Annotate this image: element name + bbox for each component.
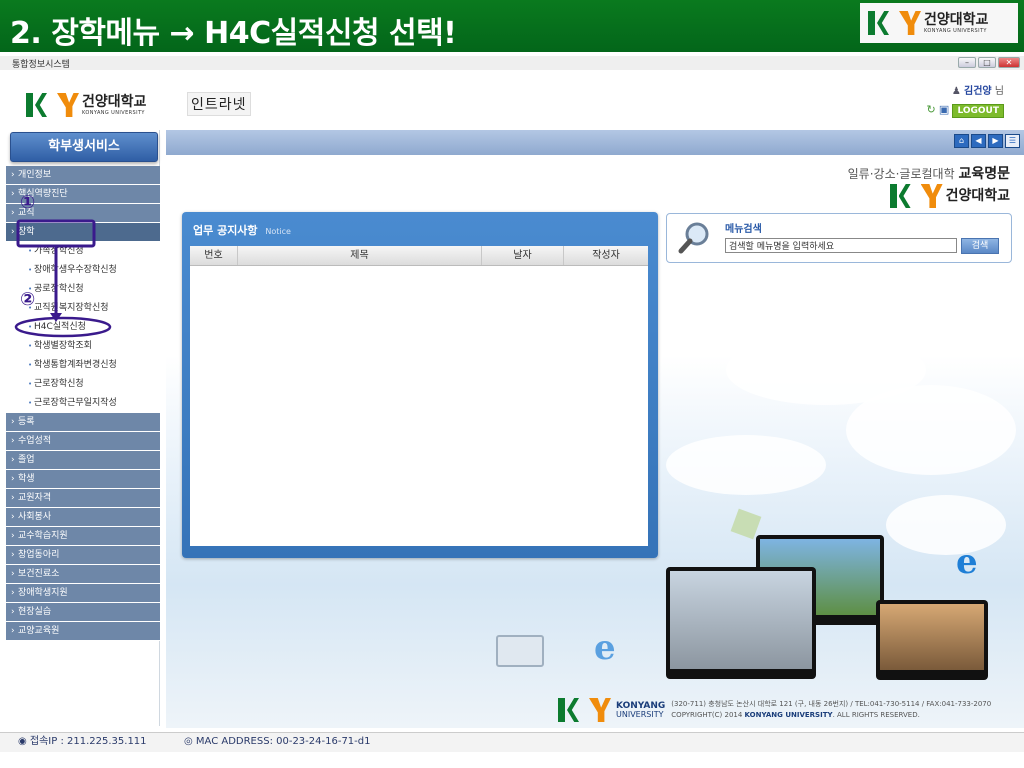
menu-search-button[interactable]: 검색 — [961, 238, 999, 254]
slide-title: 2. 장학메뉴 → H4C실적신청 선택! — [10, 16, 457, 51]
maximize-icon[interactable]: □ — [978, 57, 996, 68]
logo-k-icon — [26, 93, 54, 117]
sidebar-subitem[interactable]: 학생별장학조회 — [6, 337, 160, 356]
window-icon[interactable]: ▣ — [939, 103, 949, 116]
sidebar-item[interactable]: 장애학생지원 — [6, 584, 160, 603]
step-2-marker: ② — [20, 289, 36, 310]
menu-search-title: 메뉴검색 — [725, 224, 762, 235]
student-service-button[interactable]: 학부생서비스 — [10, 132, 158, 162]
notice-title: 업무 공지사항 Notice — [193, 222, 650, 238]
prev-icon[interactable]: ◀ — [971, 134, 986, 148]
logo-y-icon — [920, 184, 943, 208]
sidebar-item[interactable]: 개인정보 — [6, 166, 160, 185]
monitor-illustration — [666, 567, 816, 679]
col-title[interactable]: 제목 — [238, 246, 482, 265]
sidebar-item[interactable]: 사회봉사 — [6, 508, 160, 527]
sidebar-item[interactable]: 교양교육원 — [6, 622, 160, 641]
col-author[interactable]: 작성자 — [564, 246, 648, 265]
logo-korean-name: 건양대학교 — [945, 188, 1010, 204]
status-bar: ◉ 접속IP : 211.225.35.111 ◎ MAC ADDRESS: 0… — [0, 732, 1024, 752]
sidebar-item[interactable]: 현장실습 — [6, 603, 160, 622]
sidebar-subitem[interactable]: 가족장학신청 — [6, 242, 160, 261]
sidebar-menu: 개인정보 핵심역량진단 교직 장학 가족장학신청 장애학생우수장학신청 공로장학… — [6, 166, 160, 641]
monitor-illustration — [876, 600, 988, 680]
user-area: ♟ 김건양 님 ↻ ▣ LOGOUT — [926, 82, 1004, 118]
col-date[interactable]: 날자 — [482, 246, 564, 265]
user-icon: ♟ — [951, 86, 961, 97]
col-number[interactable]: 번호 — [190, 246, 238, 265]
motto-bold: 교육명문 — [958, 166, 1010, 182]
motto: 일류·강소·글로컬대학 교육명문 — [848, 163, 1010, 183]
sidebar-item[interactable]: 등록 — [6, 413, 160, 432]
step-1-marker: ① — [20, 192, 36, 213]
logo-korean-name: 건양대학교 — [82, 93, 147, 110]
logo-english-name: KONYANG UNIVERSITY — [924, 27, 987, 34]
logout-button[interactable]: LOGOUT — [952, 104, 1004, 118]
window-title-bar: 통합정보시스템 – □ ✕ — [0, 56, 1024, 70]
main-content: ⌂ ◀ ▶ ☰ 일류·강소·글로컬대학 교육명문 건양대학교 업무 공지사항 N… — [166, 130, 1024, 728]
main-toolbar: ⌂ ◀ ▶ ☰ — [166, 130, 1024, 155]
footer-address: (320-711) 충청남도 논산시 대학로 121 (구, 내동 26번지) … — [671, 700, 992, 708]
logo-y-icon — [589, 698, 611, 722]
ip-address: ◉ 접속IP : 211.225.35.111 — [18, 736, 147, 747]
notice-title-en: Notice — [265, 227, 291, 236]
notice-title-kr: 업무 공지사항 — [193, 224, 258, 237]
ie-icon: e — [956, 542, 978, 582]
sidebar-item[interactable]: 수업성적 — [6, 432, 160, 451]
logo-english-name: KONYANG UNIVERSITY — [82, 109, 145, 116]
logo-korean-name: 건양대학교 — [924, 11, 989, 28]
sidebar-subitem-h4c[interactable]: H4C실적신청 — [6, 318, 160, 337]
sidebar-item[interactable]: 학생 — [6, 470, 160, 489]
notice-table: 번호 제목 날자 작성자 — [190, 246, 648, 546]
footer-logo: KONYANG UNIVERSITY — [558, 698, 665, 722]
sidebar-subitem[interactable]: 근로장학신청 — [6, 375, 160, 394]
sidebar-item[interactable]: 보건진료소 — [6, 565, 160, 584]
sidebar-item[interactable]: 졸업 — [6, 451, 160, 470]
app-header: 건양대학교 KONYANG UNIVERSITY 인트라넷 ♟ 김건양 님 ↻ … — [0, 70, 1024, 130]
intranet-link[interactable]: 인트라넷 — [187, 92, 251, 116]
main-logo: 건양대학교 — [889, 184, 1010, 208]
close-icon[interactable]: ✕ — [998, 57, 1020, 68]
sidebar: 학부생서비스 개인정보 핵심역량진단 교직 장학 가족장학신청 장애학생우수장학… — [6, 130, 160, 726]
university-logo: 건양대학교 KONYANG UNIVERSITY — [868, 11, 988, 35]
list-icon[interactable]: ☰ — [1005, 134, 1020, 148]
motto-small: 일류·강소·글로컬대학 — [847, 167, 955, 181]
mac-address: ◎ MAC ADDRESS: 00-23-24-16-71-d1 — [184, 736, 371, 747]
user-name: 김건양 — [964, 86, 992, 97]
sidebar-item[interactable]: 교원자격 — [6, 489, 160, 508]
slide-header: 2. 장학메뉴 → H4C실적신청 선택! 건양대학교 KONYANG UNIV… — [0, 0, 1024, 52]
notice-table-header: 번호 제목 날자 작성자 — [190, 246, 648, 266]
footer-copyright: COPYRIGHT(C) 2014 KONYANG UNIVERSITY. AL… — [671, 711, 920, 719]
user-suffix: 님 — [994, 86, 1004, 97]
home-icon[interactable]: ⌂ — [954, 134, 969, 148]
footer: KONYANG UNIVERSITY (320-711) 충청남도 논산시 대학… — [558, 698, 991, 722]
logo-k-icon — [558, 698, 586, 722]
logo-y-icon — [57, 93, 79, 117]
notice-panel: 업무 공지사항 Notice 번호 제목 날자 작성자 — [182, 212, 658, 558]
sidebar-subitem[interactable]: 근로장학근무일지작성 — [6, 394, 160, 413]
minimize-icon[interactable]: – — [958, 57, 976, 68]
ie-icon: e — [594, 628, 616, 668]
mini-monitor-icon — [496, 635, 544, 667]
next-icon[interactable]: ▶ — [988, 134, 1003, 148]
sidebar-subitem[interactable]: 학생통합계좌변경신청 — [6, 356, 160, 375]
logo-y-icon — [899, 11, 921, 35]
logo-k-icon — [889, 184, 918, 208]
window-title: 통합정보시스템 — [12, 60, 70, 70]
menu-search-input[interactable] — [725, 238, 957, 253]
logo-k-icon — [868, 11, 896, 35]
sidebar-subitem[interactable]: 장애학생우수장학신청 — [6, 261, 160, 280]
sidebar-item-scholarship[interactable]: 장학 — [6, 223, 160, 242]
magnifier-icon — [678, 222, 709, 254]
sidebar-item[interactable]: 창업동아리 — [6, 546, 160, 565]
app-logo[interactable]: 건양대학교 KONYANG UNIVERSITY — [26, 93, 146, 117]
refresh-icon[interactable]: ↻ — [926, 103, 935, 116]
menu-search-panel: 메뉴검색 검색 — [666, 213, 1012, 263]
slide-logo: 건양대학교 KONYANG UNIVERSITY — [860, 3, 1018, 43]
sidebar-item[interactable]: 교수학습지원 — [6, 527, 160, 546]
